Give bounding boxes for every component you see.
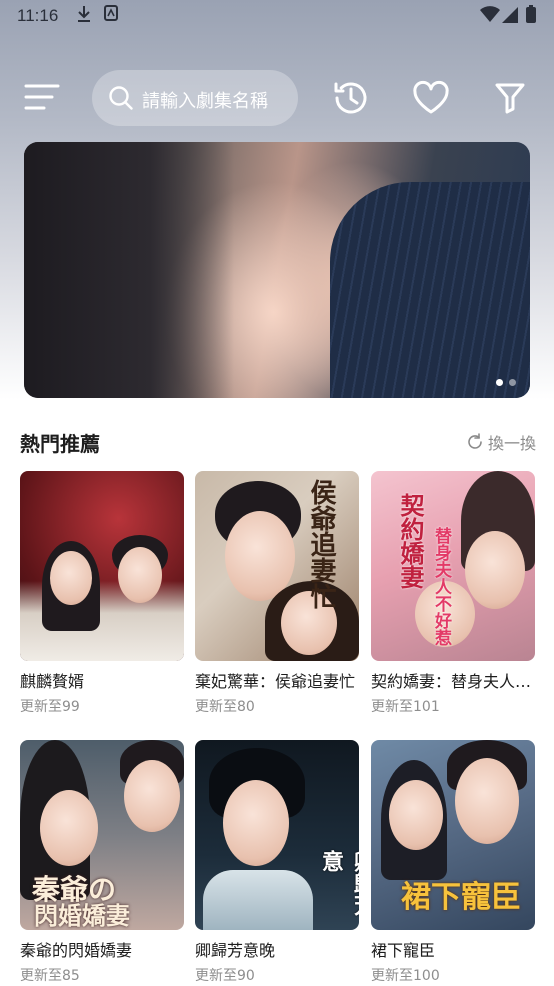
drama-card[interactable]: 契約嬌妻 替身夫人不好惹 契約嬌妻：替身夫人不… 更新至101: [371, 471, 535, 717]
drama-update: 更新至99: [20, 699, 80, 715]
search-icon: [108, 85, 134, 115]
status-time: 11:16: [17, 6, 59, 25]
drama-title: 裙下寵臣: [371, 941, 436, 960]
history-button[interactable]: [331, 78, 371, 118]
menu-icon: [24, 84, 60, 110]
section-title: 熱門推薦: [20, 432, 100, 456]
favorites-button[interactable]: [411, 78, 451, 118]
refresh-icon: [468, 433, 482, 449]
drama-card[interactable]: 侯爺追妻忙 棄妃驚華：侯爺追妻忙 更新至80: [195, 471, 359, 717]
wifi-icon: [480, 5, 500, 27]
drama-card[interactable]: 卿歸芳意 卿歸芳意晚 更新至90: [195, 740, 359, 986]
drama-update: 更新至101: [371, 699, 440, 715]
carousel-dot: [496, 379, 503, 386]
drama-title: 秦爺的閃婚嬌妻: [20, 941, 133, 960]
drama-update: 更新至80: [195, 699, 255, 715]
drama-poster: 卿歸芳意: [195, 740, 359, 930]
search-input[interactable]: 請輸入劇集名稱: [92, 70, 298, 126]
hot-recommend-header: 熱門推薦 換一換: [20, 426, 536, 458]
menu-button[interactable]: [24, 82, 62, 112]
history-clock-icon: [334, 82, 367, 114]
drama-card[interactable]: 秦爺の 閃婚嬌妻 秦爺的閃婚嬌妻 更新至85: [20, 740, 184, 986]
drama-title: 契約嬌妻：替身夫人不…: [371, 672, 535, 691]
drama-card[interactable]: 裙下寵臣 裙下寵臣 更新至100: [371, 740, 535, 986]
top-header: 請輸入劇集名稱: [0, 62, 554, 132]
drama-title: 棄妃驚華：侯爺追妻忙: [195, 672, 356, 691]
banner-image: [24, 142, 234, 398]
carousel-indicator: [496, 379, 516, 386]
filter-icon: [495, 83, 525, 114]
drama-update: 更新至85: [20, 968, 80, 984]
status-bar: 11:16: [0, 0, 554, 32]
heart-icon: [413, 80, 449, 114]
drama-card[interactable]: 麒麟贅婿 更新至99: [20, 471, 184, 717]
battery-icon: [526, 5, 536, 27]
refresh-label: 換一換: [487, 434, 536, 453]
drama-poster: [20, 471, 184, 661]
drama-poster: 秦爺の 閃婚嬌妻: [20, 740, 184, 930]
drama-update: 更新至90: [195, 968, 255, 984]
notification-app-icon: [104, 5, 118, 25]
drama-update: 更新至100: [371, 968, 440, 984]
drama-title: 麒麟贅婿: [20, 672, 85, 691]
download-icon: [76, 5, 92, 27]
refresh-button[interactable]: 換一換: [466, 430, 536, 454]
banner-carousel[interactable]: [24, 142, 530, 398]
drama-poster: 裙下寵臣: [371, 740, 535, 930]
search-placeholder: 請輸入劇集名稱: [142, 91, 268, 112]
carousel-dot: [509, 379, 516, 386]
filter-button[interactable]: [492, 78, 532, 118]
drama-poster: 契約嬌妻 替身夫人不好惹: [371, 471, 535, 661]
signal-icon: [502, 5, 518, 27]
drama-title: 卿歸芳意晚: [195, 941, 276, 960]
drama-poster: 侯爺追妻忙: [195, 471, 359, 661]
